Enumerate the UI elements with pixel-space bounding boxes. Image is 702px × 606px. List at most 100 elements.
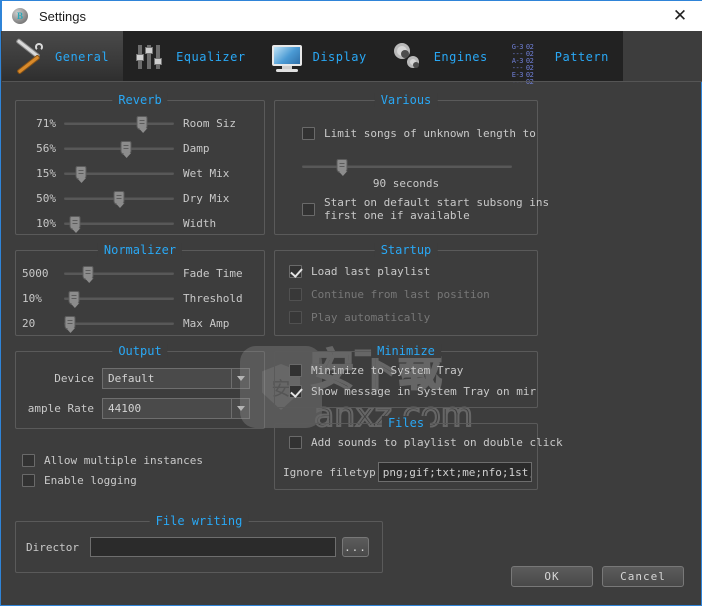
wet-mix-slider[interactable] [64,165,174,181]
sample-rate-select-value: 44100 [102,398,231,419]
group-various-title: Various [374,93,438,107]
slider-knob[interactable] [113,191,125,205]
sample-rate-row: ample Rate 44100 [26,398,256,419]
ok-button[interactable]: OK [511,566,593,587]
checkbox-limit-unknown-length[interactable]: Limit songs of unknown length to [302,127,536,140]
checkbox-minimize-to-tray-label: Minimize to System Tray [311,364,464,377]
device-select-value: Default [102,368,231,389]
pattern-grid-icon: G-3---A-3---E-3--- 020202020202 [511,42,534,85]
ignore-filetypes-input[interactable]: png;gif;txt;me;nfo;1st;doc [377,462,532,482]
gears-icon [391,40,425,74]
width-label: Width [183,216,217,230]
checkbox-add-sounds-double-click[interactable]: Add sounds to playlist on double click [289,436,563,449]
slider-knob[interactable] [336,159,348,173]
dry-mix-slider[interactable] [64,190,174,206]
width-slider[interactable] [64,215,174,231]
device-select[interactable]: Default [102,368,250,389]
checkbox-allow-multiple-instances[interactable]: Allow multiple instances [22,454,203,467]
threshold-slider[interactable] [64,290,174,306]
tab-list: General Equalizer Display Engines G-3 --… [2,31,623,85]
group-normalizer-title: Normalizer [97,243,183,257]
checkbox-box[interactable] [289,385,302,398]
checkbox-box[interactable] [289,311,302,324]
group-reverb-title: Reverb [112,93,168,107]
checkbox-box[interactable] [289,288,302,301]
threshold-label: Threshold [183,291,243,305]
equalizer-sliders-icon [133,40,167,74]
room-size-value: 71% [36,116,56,130]
slider-row-fade-time: 5000 Fade Time [22,265,260,281]
sample-rate-label: ample Rate [27,402,94,415]
checkbox-box[interactable] [22,474,35,487]
slider-knob[interactable] [69,216,81,230]
checkbox-show-tray-message[interactable]: Show message in System Tray on mir [289,385,536,398]
chevron-down-icon[interactable] [231,398,250,419]
slider-track [64,147,174,150]
slider-row-width: 10% Width [22,215,260,231]
checkbox-default-start-subsong[interactable]: Start on default start subsong ins first… [302,196,549,222]
group-minimize: Minimize Minimize to System Tray Show me… [274,344,538,408]
width-value: 10% [36,216,56,230]
checkbox-box[interactable] [289,436,302,449]
checkbox-box[interactable] [22,454,35,467]
checkbox-box[interactable] [289,265,302,278]
slider-row-wet-mix: 15% Wet Mix [22,165,260,181]
slider-knob[interactable] [64,316,75,330]
unknown-length-seconds-slider[interactable] [302,158,512,174]
checkbox-play-automatically[interactable]: Play automatically [289,311,430,324]
group-file-writing: File writing Director ... [15,514,383,573]
tab-equalizer[interactable]: Equalizer [123,31,260,82]
max-amp-value: 20 [22,316,36,330]
ignore-filetypes-label: Ignore filetyp [283,465,376,479]
slider-track [64,222,174,225]
checkbox-add-sounds-double-click-label: Add sounds to playlist on double click [311,436,563,449]
cancel-button[interactable]: Cancel [602,566,684,587]
checkbox-default-start-subsong-label: Start on default start subsong ins first… [324,196,549,222]
fade-time-slider[interactable] [64,265,174,281]
chevron-down-icon[interactable] [231,368,250,389]
group-output-title: Output [112,344,168,358]
tab-display[interactable]: Display [259,31,381,82]
group-file-writing-title: File writing [149,514,249,528]
checkbox-continue-last-position[interactable]: Continue from last position [289,288,490,301]
directory-input[interactable] [90,537,336,557]
max-amp-slider[interactable] [64,315,174,331]
threshold-value: 10% [22,291,42,305]
tab-general[interactable]: General [2,31,124,82]
tab-pattern-label: Pattern [554,49,609,64]
sample-rate-select[interactable]: 44100 [102,398,250,419]
close-icon[interactable]: ✕ [658,1,702,30]
damp-slider[interactable] [64,140,174,156]
checkbox-box[interactable] [302,202,315,216]
window-title: Settings [39,8,86,24]
tab-bar-filler [622,31,702,82]
checkbox-enable-logging[interactable]: Enable logging [22,474,137,487]
subsong-label-line2: first one if available [324,209,470,222]
slider-track [302,165,512,168]
tab-engines[interactable]: Engines [380,31,502,82]
damp-value: 56% [36,141,56,155]
slider-knob[interactable] [82,266,94,280]
slider-track [64,297,174,300]
slider-row-threshold: 10% Threshold [22,290,260,306]
checkbox-box[interactable] [302,127,315,140]
slider-knob[interactable] [136,116,148,130]
slider-knob[interactable] [68,291,80,305]
slider-knob[interactable] [120,141,132,155]
dry-mix-value: 50% [36,191,56,205]
checkbox-load-last-playlist[interactable]: Load last playlist [289,265,430,278]
checkbox-box[interactable] [289,364,302,377]
group-files-title: Files [381,416,431,430]
tab-pattern[interactable]: G-3---A-3---E-3--- 020202020202 Pattern [501,31,623,85]
checkbox-minimize-to-tray[interactable]: Minimize to System Tray [289,364,463,377]
damp-label: Damp [183,141,210,155]
room-size-label: Room Siz [183,116,236,130]
slider-knob[interactable] [75,166,86,180]
app-b-icon: B [12,8,28,24]
group-normalizer: Normalizer 5000 Fade Time 10% Threshold … [15,243,265,336]
browse-directory-button[interactable]: ... [342,537,369,557]
directory-row: Director ... [26,537,376,557]
room-size-slider[interactable] [64,115,174,131]
tab-display-label: Display [312,49,367,64]
checkbox-show-tray-message-label: Show message in System Tray on mir [311,385,537,398]
